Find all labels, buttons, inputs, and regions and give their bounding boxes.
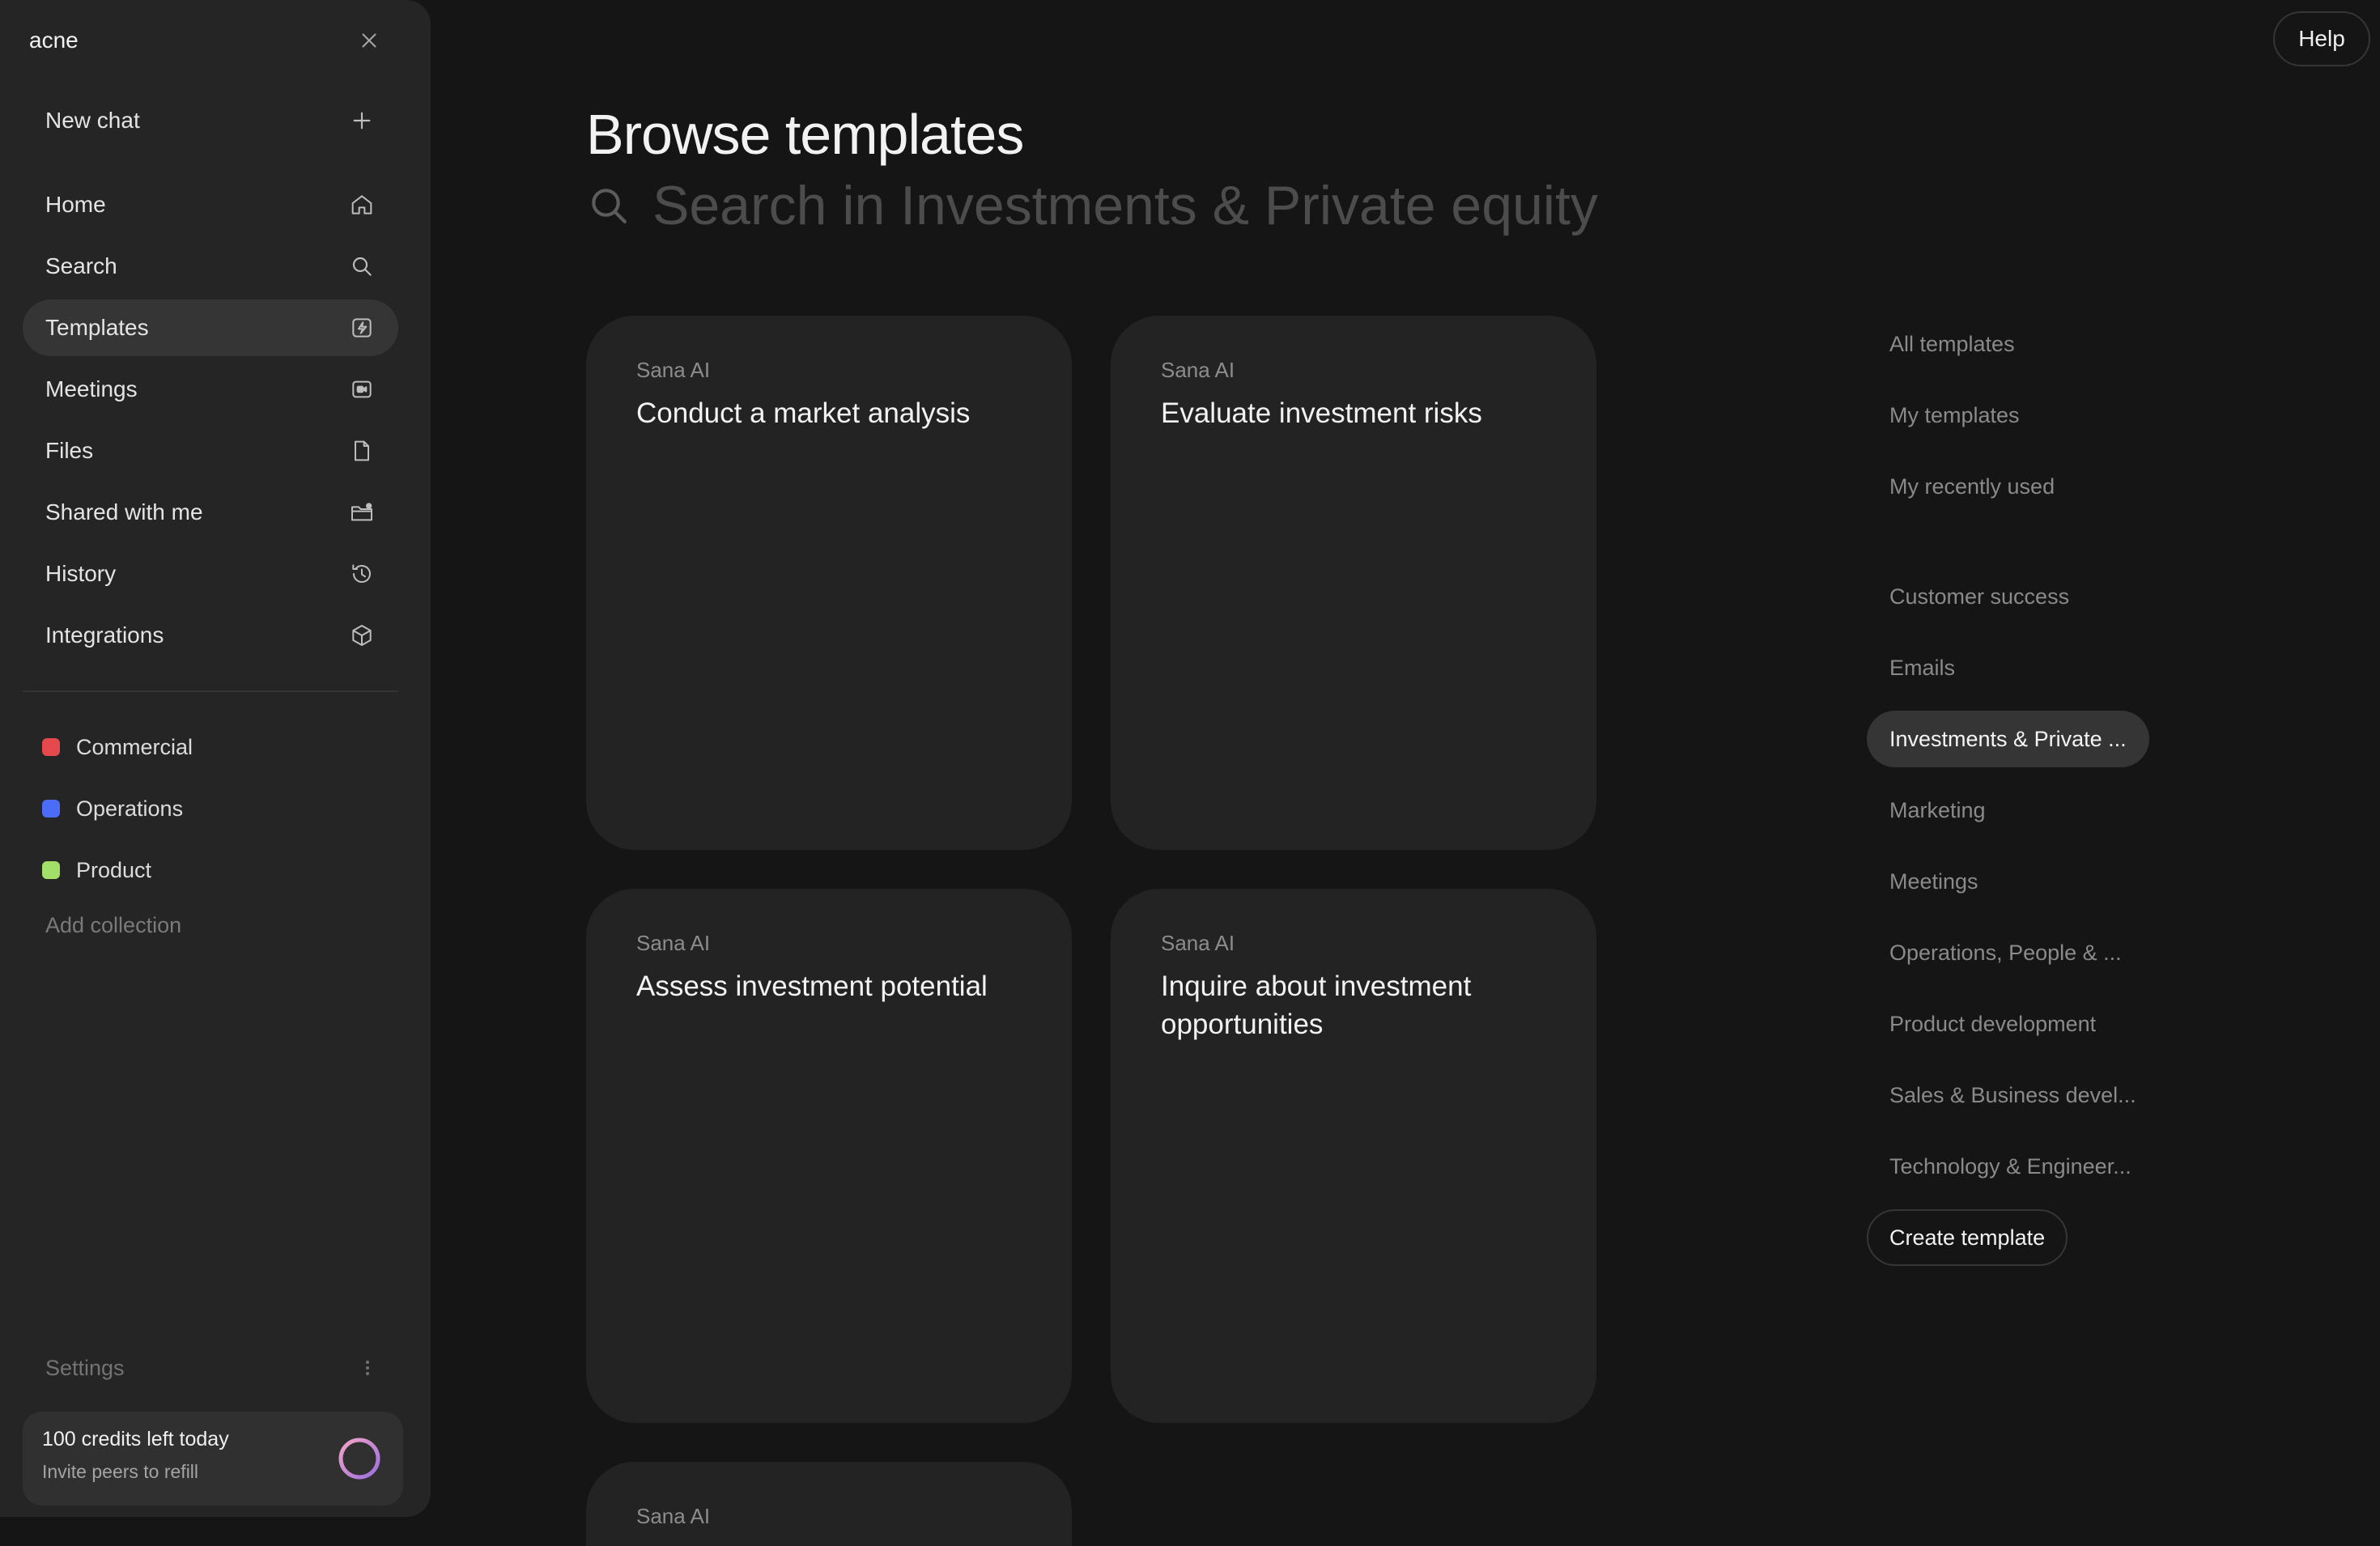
collection-color-dot (42, 738, 60, 756)
sidebar-item-home[interactable]: Home (23, 176, 398, 233)
category-customer-success[interactable]: Customer success (1867, 568, 2092, 625)
sidebar-item-label: Files (45, 438, 94, 463)
help-button[interactable]: Help (2273, 11, 2370, 66)
credits-progress-ring (338, 1438, 380, 1480)
new-chat-label: New chat (45, 108, 140, 133)
sidebar-item-label: Meetings (45, 376, 138, 401)
shared-folder-icon (348, 499, 376, 526)
search-icon (348, 253, 376, 280)
collection-label: Product (76, 857, 152, 882)
sidebar: acne New chat Home Search Templates Meet… (0, 0, 431, 1517)
history-icon (348, 560, 376, 588)
category-emails[interactable]: Emails (1867, 639, 1978, 696)
credits-subtitle: Invite peers to refill (42, 1461, 199, 1482)
sidebar-divider (23, 690, 398, 692)
workspace-header: acne (29, 21, 385, 60)
template-card[interactable]: Sana AI Evaluate investment risks (1111, 316, 1596, 850)
card-title: Assess investment potential (636, 970, 988, 1002)
sidebar-item-integrations[interactable]: Integrations (23, 607, 398, 664)
new-chat-button[interactable]: New chat (23, 92, 398, 149)
category-product-development[interactable]: Product development (1867, 996, 2119, 1052)
template-card[interactable]: Sana AI Conduct a market analysis (586, 316, 1072, 850)
collection-operations[interactable]: Operations (42, 784, 183, 833)
sidebar-item-label: History (45, 561, 117, 586)
category-investments[interactable]: Investments & Private ... (1867, 711, 2149, 767)
sidebar-item-label: Shared with me (45, 499, 203, 525)
settings-label: Settings (45, 1355, 125, 1380)
collection-commercial[interactable]: Commercial (42, 723, 193, 771)
plus-icon (348, 107, 376, 134)
category-technology[interactable]: Technology & Engineer... (1867, 1138, 2154, 1195)
credits-title: 100 credits left today (42, 1428, 229, 1450)
file-icon (348, 437, 376, 465)
collection-label: Operations (76, 796, 184, 821)
create-template-button[interactable]: Create template (1867, 1209, 2068, 1266)
template-search (586, 170, 1705, 241)
sidebar-item-templates[interactable]: Templates (23, 299, 398, 356)
sidebar-item-history[interactable]: History (23, 546, 398, 602)
template-card[interactable]: Sana AI (586, 1462, 1072, 1546)
search-icon (592, 189, 627, 223)
sidebar-item-shared-with-me[interactable]: Shared with me (23, 484, 398, 541)
sidebar-item-label: Search (45, 253, 117, 278)
collection-product[interactable]: Product (42, 846, 151, 894)
cube-icon (348, 622, 376, 649)
category-sales[interactable]: Sales & Business devel... (1867, 1067, 2159, 1123)
category-meetings[interactable]: Meetings (1867, 853, 2001, 910)
collection-color-dot (42, 861, 60, 879)
card-title: Inquire about investment opportunities (1161, 970, 1472, 1040)
add-collection-button[interactable]: Add collection (45, 913, 181, 938)
settings-button[interactable]: Settings (45, 1352, 377, 1384)
video-icon (348, 376, 376, 403)
category-marketing[interactable]: Marketing (1867, 782, 2008, 839)
sidebar-item-search[interactable]: Search (23, 238, 398, 295)
sidebar-item-meetings[interactable]: Meetings (23, 361, 398, 418)
search-input[interactable] (652, 174, 1705, 237)
collection-color-dot (42, 800, 60, 818)
card-source: Sana AI (636, 358, 711, 382)
card-source: Sana AI (636, 931, 711, 955)
home-icon (348, 191, 376, 219)
template-card[interactable]: Sana AI Assess investment potential (586, 889, 1072, 1423)
template-card[interactable]: Sana AI Inquire about investment opportu… (1111, 889, 1596, 1423)
card-source: Sana AI (1161, 931, 1235, 955)
category-my-templates[interactable]: My templates (1867, 387, 2042, 444)
category-operations[interactable]: Operations, People & ... (1867, 924, 2144, 981)
sidebar-item-label: Templates (45, 315, 149, 340)
card-title: Conduct a market analysis (636, 397, 971, 429)
sidebar-item-label: Home (45, 192, 106, 217)
more-vertical-icon[interactable] (358, 1357, 377, 1379)
close-icon[interactable] (353, 24, 385, 57)
page-title: Browse templates (586, 103, 1024, 166)
sidebar-item-files[interactable]: Files (23, 423, 398, 479)
workspace-name[interactable]: acne (29, 28, 79, 53)
collection-label: Commercial (76, 734, 193, 759)
card-source: Sana AI (1161, 358, 1235, 382)
sidebar-item-label: Integrations (45, 622, 164, 648)
lightning-icon (348, 314, 376, 342)
card-title: Evaluate investment risks (1161, 397, 1482, 429)
category-all-templates[interactable]: All templates (1867, 316, 2038, 372)
credits-panel[interactable]: 100 credits left today Invite peers to r… (23, 1412, 403, 1506)
category-recently-used[interactable]: My recently used (1867, 458, 2077, 515)
